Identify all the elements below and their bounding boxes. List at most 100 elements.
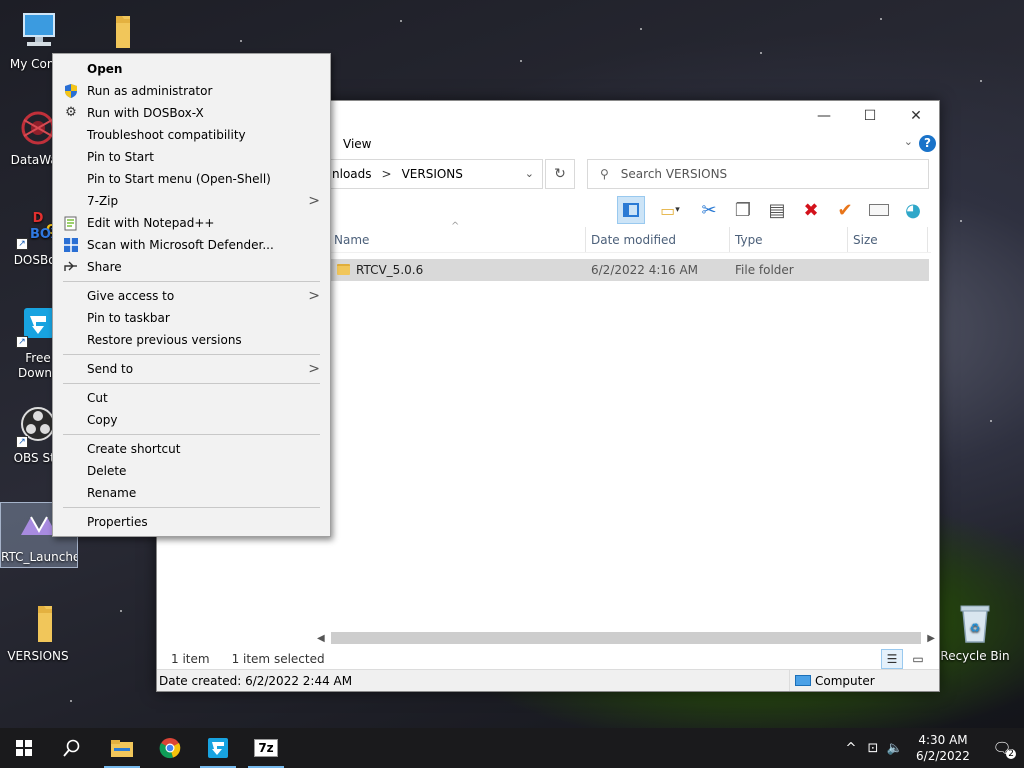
folder-icon	[92, 10, 136, 54]
taskbar-free-download-manager[interactable]	[194, 728, 242, 768]
menu-item-copy[interactable]: Copy	[53, 409, 330, 431]
file-row[interactable]: RTCV_5.0.6 6/2/2022 4:16 AM File folder	[329, 259, 929, 281]
tab-view[interactable]: View	[343, 137, 371, 151]
taskbar-file-explorer[interactable]	[98, 728, 146, 768]
desktop-icon-label: RTC_Launcher	[1, 550, 78, 564]
menu-item-pin-to-taskbar[interactable]: Pin to taskbar	[53, 307, 330, 329]
start-button[interactable]	[0, 728, 48, 768]
refresh-button[interactable]: ↻	[545, 159, 575, 189]
close-icon: ✕	[910, 108, 922, 124]
taskbar: 7z ^ ⊡ 🔈 4:30 AM 6/2/2022 🗨 2	[0, 728, 1024, 768]
breadcrumb-separator: >	[381, 167, 392, 181]
notification-count: 2	[1006, 749, 1016, 759]
scroll-left-icon[interactable]: ◀	[317, 633, 325, 644]
refresh-icon: ↻	[554, 166, 566, 182]
preview-pane-button[interactable]	[617, 196, 645, 224]
column-size[interactable]: Size	[848, 227, 928, 252]
scissors-icon: ✂	[701, 199, 717, 221]
volume-icon[interactable]: 🔈	[884, 741, 906, 756]
menu-item-open[interactable]: Open	[53, 58, 330, 80]
folder-icon	[16, 602, 60, 646]
cut-button[interactable]: ✂	[695, 196, 723, 224]
file-date: 6/2/2022 4:16 AM	[591, 263, 699, 277]
properties-check-button[interactable]: ✔	[831, 196, 859, 224]
rename-button[interactable]	[865, 196, 893, 224]
shell-icon: ◕	[905, 199, 921, 221]
desktop-icon-label: VERSIONS	[7, 649, 69, 663]
menu-item-share[interactable]: Share	[53, 256, 330, 278]
minimize-icon: —	[817, 108, 831, 124]
dosbox-icon: ⚙	[65, 105, 77, 120]
menu-item-delete[interactable]: Delete	[53, 460, 330, 482]
chevron-up-icon[interactable]: ^	[840, 741, 862, 756]
breadcrumb-part[interactable]: nloads	[332, 167, 372, 181]
menu-item-edit-notepadpp[interactable]: Edit with Notepad++	[53, 212, 330, 234]
menu-item-label: Run with DOSBox-X	[87, 106, 204, 120]
menu-item-properties[interactable]: Properties	[53, 511, 330, 533]
menu-item-label: Restore previous versions	[87, 333, 242, 347]
chevron-down-icon[interactable]: ⌄	[904, 135, 913, 148]
column-type[interactable]: Type	[730, 227, 848, 252]
breadcrumb-current[interactable]: VERSIONS	[402, 167, 463, 181]
shield-icon	[63, 83, 79, 99]
network-icon[interactable]: ⊡	[862, 741, 884, 756]
desktop-icon-label: Recycle Bin	[940, 649, 1010, 663]
copy-button[interactable]: ❐	[729, 196, 757, 224]
menu-item-label: Copy	[87, 413, 118, 427]
menu-item-restore-previous-versions[interactable]: Restore previous versions	[53, 329, 330, 351]
desktop-icon-versions[interactable]: VERSIONS	[0, 602, 76, 664]
search-button[interactable]	[48, 728, 96, 768]
shell-button[interactable]: ◕	[899, 196, 927, 224]
menu-item-run-as-administrator[interactable]: Run as administrator	[53, 80, 330, 102]
menu-item-troubleshoot[interactable]: Troubleshoot compatibility	[53, 124, 330, 146]
search-input[interactable]: ⚲ Search VERSIONS	[587, 159, 929, 189]
recycle-bin-icon: ♻	[953, 602, 997, 646]
details-view-button[interactable]: ☰	[881, 649, 903, 669]
scroll-right-icon[interactable]: ▶	[927, 633, 935, 644]
maximize-button[interactable]: ☐	[847, 101, 893, 131]
delete-button[interactable]: ✖	[797, 196, 825, 224]
menu-item-give-access[interactable]: Give access to >	[53, 285, 330, 307]
menu-item-label: Open	[87, 62, 123, 76]
menu-item-run-with-dosbox-x[interactable]: ⚙ Run with DOSBox-X	[53, 102, 330, 124]
menu-item-cut[interactable]: Cut	[53, 387, 330, 409]
help-icon[interactable]: ?	[919, 135, 936, 152]
scrollbar-thumb[interactable]	[330, 632, 922, 644]
menu-item-pin-to-start-open-shell[interactable]: Pin to Start menu (Open-Shell)	[53, 168, 330, 190]
chrome-icon	[159, 738, 181, 759]
desktop-icon-recycle-bin[interactable]: ♻ Recycle Bin	[936, 602, 1014, 664]
menu-item-rename[interactable]: Rename	[53, 482, 330, 504]
chevron-down-icon[interactable]: ⌄	[525, 167, 534, 180]
menu-item-scan-defender[interactable]: Scan with Microsoft Defender...	[53, 234, 330, 256]
column-date-modified[interactable]: Date modified	[586, 227, 730, 252]
address-bar[interactable]: nloads > VERSIONS ⌄	[325, 159, 543, 189]
menu-separator	[63, 434, 320, 435]
file-explorer-icon	[111, 740, 133, 757]
menu-item-label: Create shortcut	[87, 442, 181, 456]
taskbar-7zip[interactable]: 7z	[242, 728, 290, 768]
close-button[interactable]: ✕	[893, 101, 939, 131]
search-placeholder: Search VERSIONS	[620, 167, 728, 181]
menu-item-pin-to-start[interactable]: Pin to Start	[53, 146, 330, 168]
details-bar: Date created: 6/2/2022 2:44 AM Computer	[157, 669, 939, 691]
menu-item-label: Delete	[87, 464, 127, 478]
minimize-button[interactable]: —	[801, 101, 847, 131]
column-name[interactable]: Name	[329, 227, 586, 252]
new-folder-button[interactable]: ▭ ▾	[651, 196, 689, 224]
menu-separator	[63, 281, 320, 282]
menu-item-label: Send to	[87, 362, 134, 376]
preview-pane-icon	[623, 203, 639, 217]
clock[interactable]: 4:30 AM 6/2/2022	[906, 732, 980, 764]
menu-item-send-to[interactable]: Send to >	[53, 358, 330, 380]
menu-item-label: Properties	[87, 515, 148, 529]
menu-item-7zip[interactable]: 7-Zip >	[53, 190, 330, 212]
menu-item-create-shortcut[interactable]: Create shortcut	[53, 438, 330, 460]
taskbar-chrome[interactable]	[146, 728, 194, 768]
horizontal-scrollbar[interactable]: ◀ ▶	[317, 631, 935, 645]
desktop-icon-folder[interactable]	[76, 10, 152, 57]
menu-item-label: Share	[87, 260, 122, 274]
large-icons-view-button[interactable]: ▭	[907, 649, 929, 669]
details-view-icon: ☰	[886, 652, 898, 666]
paste-button[interactable]: ▤	[763, 196, 791, 224]
notifications-button[interactable]: 🗨 2	[980, 739, 1024, 759]
